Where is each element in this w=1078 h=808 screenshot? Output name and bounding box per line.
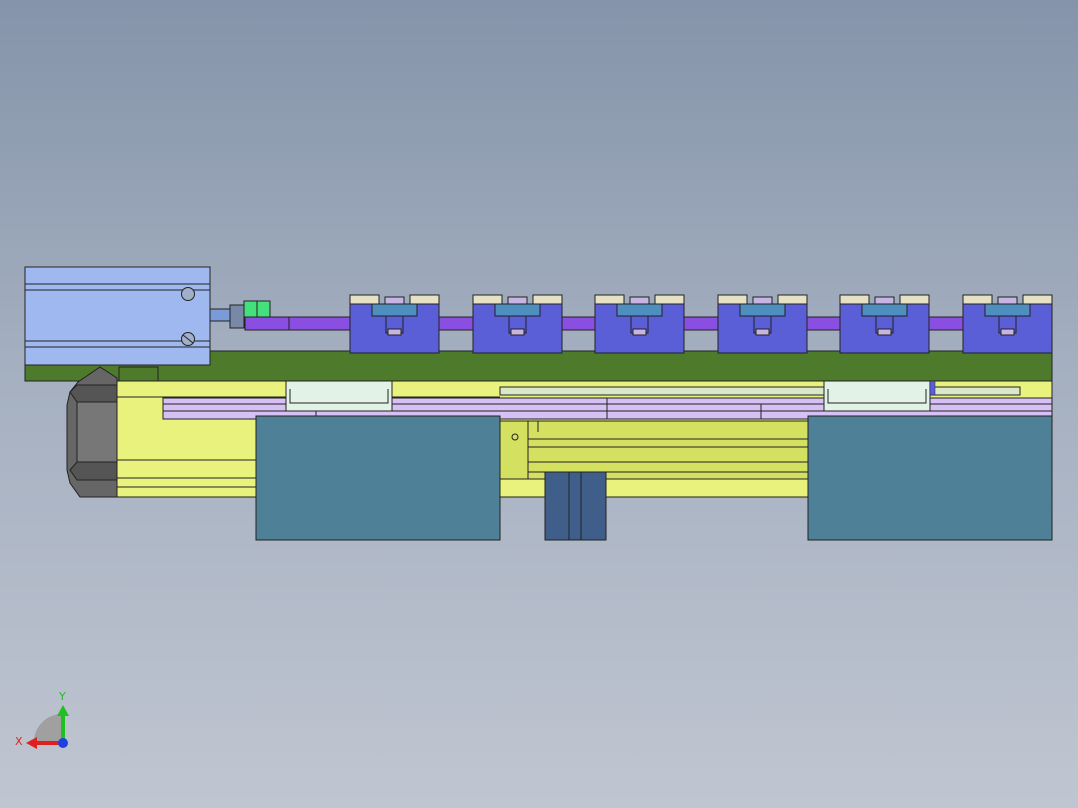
clamp-cap-left — [962, 294, 993, 305]
clamp-cap-right — [654, 294, 685, 305]
clamp-block[interactable] — [349, 294, 440, 354]
carriage-right[interactable] — [823, 380, 936, 412]
clamp-insert — [494, 303, 541, 317]
rod-nut — [229, 304, 245, 329]
clamp-cap-left — [349, 294, 380, 305]
clamp-cap-right — [532, 294, 563, 305]
clamp-insert — [616, 303, 663, 317]
mount-plate-right[interactable] — [807, 415, 1053, 541]
clamp-insert — [371, 303, 418, 317]
assembly-view[interactable]: X Y — [0, 0, 1078, 808]
clamp-cap-left — [594, 294, 625, 305]
clamp-block[interactable] — [594, 294, 685, 354]
clamp-cap-right — [777, 294, 808, 305]
clamp-block[interactable] — [717, 294, 808, 354]
clamp-screw-head — [752, 296, 773, 305]
axis-label-x: X — [15, 735, 23, 748]
clamp-screw-head — [997, 296, 1018, 305]
clamp-block[interactable] — [962, 294, 1053, 354]
clamp-screw-head — [507, 296, 528, 305]
clamp-screw-head — [629, 296, 650, 305]
mount-plate-left[interactable] — [255, 415, 501, 541]
clamp-insert — [861, 303, 908, 317]
clamp-pin — [510, 328, 525, 336]
clamp-cap-right — [899, 294, 930, 305]
carriage-left[interactable] — [285, 380, 393, 412]
clamp-pin — [755, 328, 770, 336]
clamp-pin — [877, 328, 892, 336]
clamp-cap-right — [409, 294, 440, 305]
clamp-cap-left — [717, 294, 748, 305]
clamp-cap-left — [839, 294, 870, 305]
dot-z-icon — [58, 738, 68, 748]
clamp-screw-head — [874, 296, 895, 305]
clamp-cap-left — [472, 294, 503, 305]
clamp-pin — [1000, 328, 1015, 336]
pneumatic-cylinder[interactable] — [24, 266, 211, 366]
clamp-insert — [739, 303, 786, 317]
clamp-block[interactable] — [472, 294, 563, 354]
piston-rod[interactable] — [209, 308, 232, 322]
clamp-block[interactable] — [839, 294, 930, 354]
clamp-pin — [632, 328, 647, 336]
cad-viewport[interactable]: X Y — [0, 0, 1078, 808]
clamp-pin — [387, 328, 402, 336]
port-icon — [181, 287, 195, 301]
clamp-insert — [984, 303, 1031, 317]
clamp-cap-right — [1022, 294, 1053, 305]
clamp-screw-head — [384, 296, 405, 305]
axis-label-y: Y — [58, 690, 66, 703]
coordinate-triad: X Y — [15, 690, 69, 749]
center-foot[interactable] — [544, 471, 607, 541]
